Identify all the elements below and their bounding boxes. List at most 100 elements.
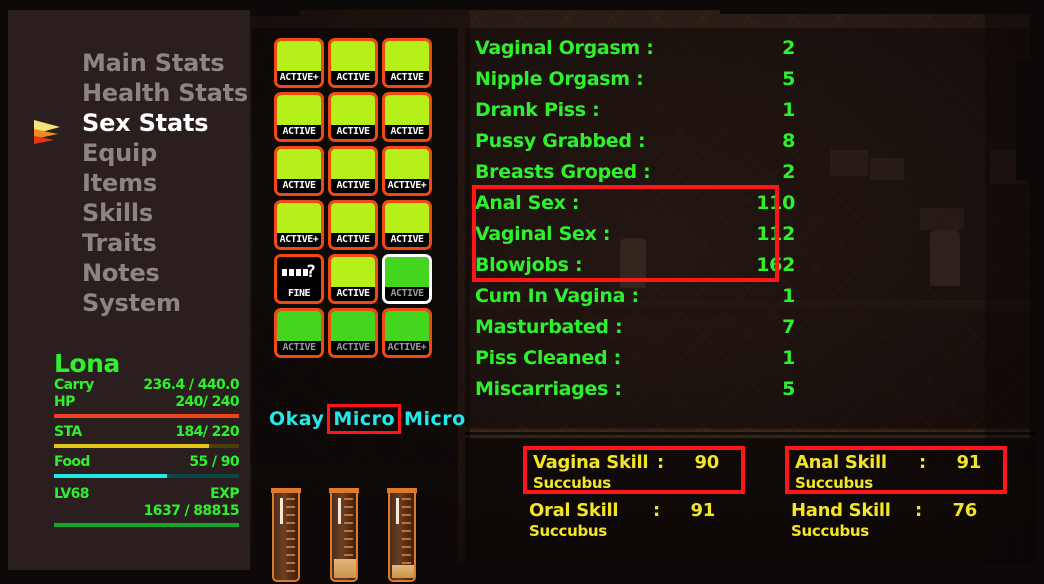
skill-header: Anal Skill: 91: [795, 451, 997, 474]
panel-divider: [465, 432, 1036, 435]
sta-bar: [54, 444, 239, 448]
sidebar-item-skills[interactable]: Skills: [8, 198, 250, 228]
stat-label: Breasts Groped :: [475, 161, 651, 183]
body-part-cell[interactable]: ACTIVE: [328, 92, 378, 142]
body-part-cell[interactable]: ACTIVE: [274, 146, 324, 196]
cell-status-label: ACTIVE: [331, 179, 375, 193]
sidebar-item-main-stats[interactable]: Main Stats: [8, 48, 250, 78]
cell-status-label: ACTIVE: [277, 179, 321, 193]
stat-value: 2: [782, 161, 795, 183]
stat-row-food: Food 55 / 90: [54, 454, 240, 471]
stat-label: Masturbated :: [475, 316, 623, 338]
body-part-cell[interactable]: ACTIVE+: [382, 308, 432, 358]
skill-value: 91: [690, 500, 716, 521]
body-part-cell[interactable]: ACTIVE: [382, 92, 432, 142]
size-label[interactable]: Okay: [266, 407, 327, 431]
body-part-cell[interactable]: ACTIVE+: [382, 146, 432, 196]
body-part-cell[interactable]: ACTIVE+: [274, 200, 324, 250]
vial-neck: [329, 488, 359, 493]
vial-part-full[interactable]: [329, 488, 359, 582]
cell-status-label: ACTIVE: [331, 71, 375, 85]
body-part-cell[interactable]: ACTIVE: [274, 308, 324, 358]
size-label[interactable]: Micro: [401, 407, 469, 431]
body-panel: ACTIVE+ ACTIVE ACTIVE ACTIVE ACTIVE ACTIVE ACT…: [252, 28, 465, 582]
skills-section: Vagina Skill:90 Succubus Anal Skill:91 Succ…: [465, 438, 1036, 564]
size-label-row: Okay Micro Micro: [266, 404, 465, 434]
progress-dots-icon: [282, 269, 308, 276]
stat-value: 110: [756, 192, 795, 214]
skill-name: Hand Skill: [791, 500, 891, 521]
stat-label: Miscarriages :: [475, 378, 622, 400]
skill-value: 91: [956, 452, 982, 473]
sidebar-item-notes[interactable]: Notes: [8, 258, 250, 288]
cell-status-label: ACTIVE+: [277, 71, 321, 85]
skill-cell-oral-skill[interactable]: Oral Skill: 91 Succubus: [523, 498, 745, 546]
character-name: Lona: [54, 349, 120, 378]
stat-row: Anal Sex : 110: [475, 188, 1026, 218]
sidebar-item-traits[interactable]: Traits: [8, 228, 250, 258]
vial-liquid: [392, 565, 414, 578]
vial-gleam: [396, 498, 399, 524]
stat-row: Blowjobs : 162: [475, 250, 1026, 280]
cell-status-label: ACTIVE: [385, 71, 429, 85]
vial-ticks: [286, 498, 295, 578]
body-part-cell[interactable]: ACTIVE: [328, 38, 378, 88]
skill-cell-vagina-skill[interactable]: Vagina Skill: 90 Succubus: [523, 446, 745, 494]
sidebar-item-items[interactable]: Items: [8, 168, 250, 198]
frame-edge: [300, 0, 720, 8]
exp-label: EXP: [210, 486, 239, 502]
stat-row-hp: HP 240/ 240: [54, 394, 240, 411]
skill-cell-anal-skill[interactable]: Anal Skill: 91 Succubus: [785, 446, 1007, 494]
skill-rank: Succubus: [529, 522, 607, 540]
body-part-cell[interactable]: ACTIVE: [328, 308, 378, 358]
stat-row: Masturbated : 7: [475, 312, 1026, 342]
body-part-cell[interactable]: ACTIVE: [328, 254, 378, 304]
body-part-cell[interactable]: ACTIVE: [328, 146, 378, 196]
stat-label: Nipple Orgasm :: [475, 68, 644, 90]
cell-fill: [331, 311, 375, 341]
stat-value: 240/ 240: [175, 394, 239, 410]
sidebar-item-system[interactable]: System: [8, 288, 250, 318]
body-part-cell[interactable]: ACTIVE: [382, 38, 432, 88]
stat-label: Vaginal Sex :: [475, 223, 611, 245]
body-part-cell[interactable]: ACTIVE: [328, 200, 378, 250]
body-part-cell[interactable]: ACTIVE: [382, 200, 432, 250]
sidebar-menu: Main Stats Health Stats Sex Stats Equip Item…: [8, 48, 250, 318]
cell-status-label: ACTIVE+: [277, 233, 321, 247]
stat-row: Nipple Orgasm : 5: [475, 64, 1026, 94]
skill-header: Oral Skill: 91: [529, 499, 739, 522]
body-part-cell[interactable]: ACTIVE: [382, 254, 432, 304]
skill-value: 90: [694, 452, 720, 473]
stat-label: Vaginal Orgasm :: [475, 37, 654, 59]
skill-rank: Succubus: [795, 474, 873, 492]
skill-colon: :: [915, 500, 922, 521]
sidebar-item-health-stats[interactable]: Health Stats: [8, 78, 250, 108]
vial-liquid: [334, 559, 356, 578]
game-screen: Main Stats Health Stats Sex Stats Equip Item…: [0, 0, 1044, 584]
stat-label: HP: [54, 394, 75, 410]
cell-fill: [331, 203, 375, 233]
cell-fill: [385, 257, 429, 287]
stat-row: Miscarriages : 5: [475, 374, 1026, 404]
skill-colon: :: [919, 452, 926, 473]
skill-cell-hand-skill[interactable]: Hand Skill: 76 Succubus: [785, 498, 1007, 546]
skill-header: Vagina Skill: 90: [533, 451, 735, 474]
size-label[interactable]: Micro: [327, 404, 402, 434]
exp-bar: [54, 523, 239, 527]
body-part-cell[interactable]: ? FINE: [274, 254, 324, 304]
body-part-cell[interactable]: ACTIVE+: [274, 38, 324, 88]
stat-row: Breasts Groped : 2: [475, 157, 1026, 187]
stat-label: Blowjobs :: [475, 254, 583, 276]
level-label: LV68: [54, 486, 90, 502]
stat-row: Vaginal Orgasm : 2: [475, 33, 1026, 63]
skill-name: Vagina Skill: [533, 452, 649, 473]
vial-part-full[interactable]: [387, 488, 417, 582]
skill-name: Oral Skill: [529, 500, 619, 521]
stat-label: Anal Sex :: [475, 192, 580, 214]
stat-label: Drank Piss :: [475, 99, 600, 121]
body-part-cell[interactable]: ACTIVE: [274, 92, 324, 142]
cell-fill: [277, 95, 321, 125]
vial-empty[interactable]: [271, 488, 301, 582]
level-exp-row: LV68 EXP: [54, 486, 240, 503]
stat-label: Carry: [54, 377, 94, 393]
